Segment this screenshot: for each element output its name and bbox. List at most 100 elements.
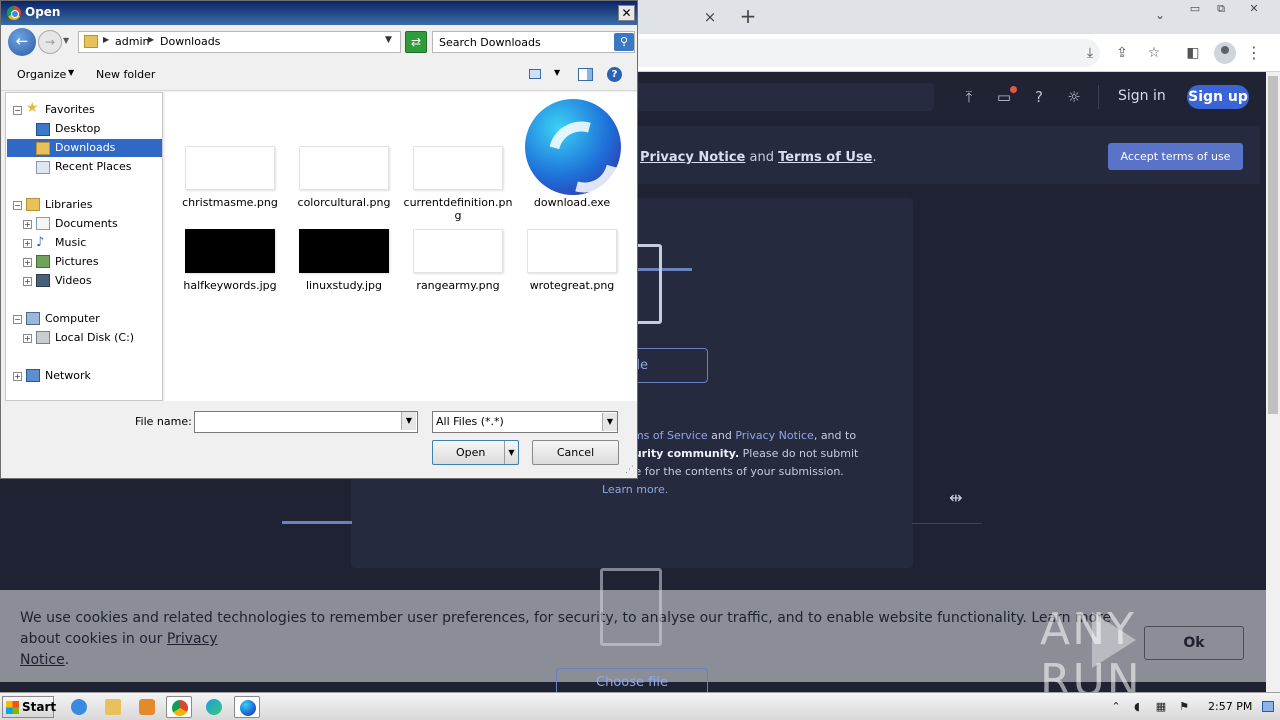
- tree-item-local-disk[interactable]: Local Disk (C:): [55, 329, 134, 347]
- tray-expand-icon[interactable]: ⌃: [1109, 700, 1123, 714]
- tab-search-icon[interactable]: ⌄: [1150, 8, 1170, 26]
- file-name[interactable]: linuxstudy.jpg: [289, 279, 399, 292]
- tree-item-libraries[interactable]: Libraries: [45, 196, 93, 214]
- chevron-down-icon[interactable]: ▼: [68, 68, 74, 77]
- show-desktop-icon[interactable]: [1262, 701, 1274, 712]
- help-icon[interactable]: ?: [1028, 86, 1050, 108]
- learn-more-link[interactable]: Learn more.: [602, 481, 892, 499]
- expand-icon[interactable]: +: [23, 277, 32, 286]
- taskbar-ie[interactable]: [66, 696, 92, 718]
- file-thumbnail[interactable]: [299, 146, 389, 190]
- organize-button[interactable]: Organize: [17, 68, 66, 81]
- breadcrumb-admin[interactable]: admin: [115, 35, 149, 48]
- back-button[interactable]: ←: [8, 28, 36, 56]
- cookie-privacy-link[interactable]: Privacy: [167, 631, 218, 647]
- chevron-down-icon[interactable]: ▼: [602, 413, 617, 431]
- file-name[interactable]: download.exe: [517, 196, 627, 209]
- refresh-button[interactable]: ⇄: [405, 31, 427, 53]
- collapse-icon[interactable]: −: [13, 201, 22, 210]
- taskbar-chrome[interactable]: [166, 696, 192, 718]
- expand-icon[interactable]: +: [13, 372, 22, 381]
- chevron-down-icon[interactable]: ▼: [401, 412, 416, 430]
- help-icon[interactable]: ?: [607, 67, 622, 82]
- tree-item-music[interactable]: Music: [55, 234, 86, 252]
- sign-up-button[interactable]: Sign up: [1187, 85, 1249, 109]
- page-scrollbar[interactable]: [1266, 72, 1280, 692]
- start-button[interactable]: Start: [2, 696, 56, 718]
- collapse-icon[interactable]: −: [13, 106, 22, 115]
- expand-icon[interactable]: +: [23, 334, 32, 343]
- dialog-close-button[interactable]: ✕: [618, 5, 635, 21]
- new-tab-icon[interactable]: +: [737, 5, 759, 27]
- window-close-icon[interactable]: ✕: [1242, 2, 1266, 16]
- forward-button[interactable]: →: [38, 30, 62, 54]
- upload-icon[interactable]: ⤒: [958, 86, 980, 108]
- cancel-button[interactable]: Cancel: [532, 440, 619, 465]
- file-name[interactable]: halfkeywords.jpg: [175, 279, 285, 292]
- collapse-icon[interactable]: −: [13, 315, 22, 324]
- sidepanel-icon[interactable]: ◧: [1182, 42, 1204, 64]
- file-thumbnail[interactable]: [413, 229, 503, 273]
- tree-item-videos[interactable]: Videos: [55, 272, 92, 290]
- flag-icon[interactable]: ⚑: [1177, 700, 1191, 714]
- tree-item-desktop[interactable]: Desktop: [55, 120, 100, 138]
- expand-icon[interactable]: +: [23, 239, 32, 248]
- app-icon[interactable]: [525, 99, 621, 195]
- tab-close-icon[interactable]: ×: [700, 7, 720, 27]
- restore-icon[interactable]: ⧉: [1209, 2, 1233, 16]
- file-name[interactable]: currentdefinition.png: [403, 196, 513, 222]
- expand-icon[interactable]: +: [23, 258, 32, 267]
- tree-item-documents[interactable]: Documents: [55, 215, 118, 233]
- dialog-address-bar[interactable]: ▶ admin ▶ Downloads ▼: [78, 31, 401, 53]
- cookie-notice-link[interactable]: Notice: [20, 652, 65, 668]
- accept-terms-button[interactable]: Accept terms of use: [1108, 143, 1243, 170]
- preview-pane-icon[interactable]: [578, 68, 593, 81]
- resize-grip-icon[interactable]: ⋰: [625, 465, 635, 475]
- file-thumbnail[interactable]: [185, 229, 275, 273]
- breadcrumb-arrow-icon[interactable]: ▶: [103, 35, 109, 44]
- volume-icon[interactable]: ◖: [1130, 700, 1144, 714]
- recent-pages-dropdown-icon[interactable]: ▼: [63, 36, 73, 46]
- open-button[interactable]: Open ▼: [432, 440, 519, 465]
- chevron-down-icon[interactable]: ▼: [554, 68, 560, 77]
- scrollbar-thumb[interactable]: [1268, 76, 1278, 414]
- file-name[interactable]: wrotegreat.png: [517, 279, 627, 292]
- terms-of-use-link[interactable]: Terms of Use: [778, 150, 872, 165]
- open-split-dropdown-icon[interactable]: ▼: [504, 441, 518, 464]
- tree-item-downloads[interactable]: Downloads: [55, 139, 115, 157]
- file-thumbnail[interactable]: [299, 229, 389, 273]
- breadcrumb-downloads[interactable]: Downloads: [160, 35, 220, 48]
- menu-icon[interactable]: ⋮: [1246, 42, 1262, 64]
- address-dropdown-icon[interactable]: ▼: [385, 35, 392, 45]
- privacy-notice-link-2[interactable]: Privacy Notice: [735, 429, 813, 442]
- file-type-select[interactable]: All Files (*.*) ▼: [432, 411, 618, 433]
- taskbar-app[interactable]: [234, 696, 260, 718]
- network-tray-icon[interactable]: ▦: [1154, 700, 1168, 714]
- taskbar-edge[interactable]: [201, 696, 227, 718]
- profile-icon[interactable]: [1214, 42, 1236, 64]
- tree-item-computer[interactable]: Computer: [45, 310, 100, 328]
- search-icon[interactable]: ⚲: [614, 33, 634, 51]
- file-name[interactable]: rangearmy.png: [403, 279, 513, 292]
- download-icon[interactable]: ⤓: [1079, 42, 1101, 64]
- clock[interactable]: 2:57 PM: [1208, 700, 1252, 713]
- file-thumbnail[interactable]: [413, 146, 503, 190]
- tree-item-recent-places[interactable]: Recent Places: [55, 158, 132, 176]
- site-search-input[interactable]: [600, 83, 934, 111]
- dialog-search-input[interactable]: Search Downloads ⚲: [432, 31, 635, 53]
- file-name[interactable]: colorcultural.png: [289, 196, 399, 209]
- choose-file-button-2[interactable]: Choose file: [556, 668, 708, 692]
- change-view-icon[interactable]: [529, 69, 541, 79]
- breadcrumb-arrow-icon[interactable]: ▶: [148, 35, 154, 44]
- dialog-titlebar[interactable]: Open ✕: [1, 1, 637, 25]
- fingerprint-icon[interactable]: ⇹: [944, 488, 968, 510]
- taskbar-explorer[interactable]: [100, 696, 126, 718]
- share-icon[interactable]: ⇪: [1111, 42, 1133, 64]
- new-folder-button[interactable]: New folder: [96, 68, 155, 81]
- minimize-icon[interactable]: ▭: [1183, 2, 1207, 16]
- file-name-input[interactable]: [194, 411, 418, 433]
- tree-item-favorites[interactable]: Favorites: [45, 101, 95, 119]
- privacy-notice-link[interactable]: Privacy Notice: [640, 150, 745, 165]
- file-name[interactable]: christmasme.png: [175, 196, 285, 209]
- theme-icon[interactable]: ☼: [1063, 86, 1085, 108]
